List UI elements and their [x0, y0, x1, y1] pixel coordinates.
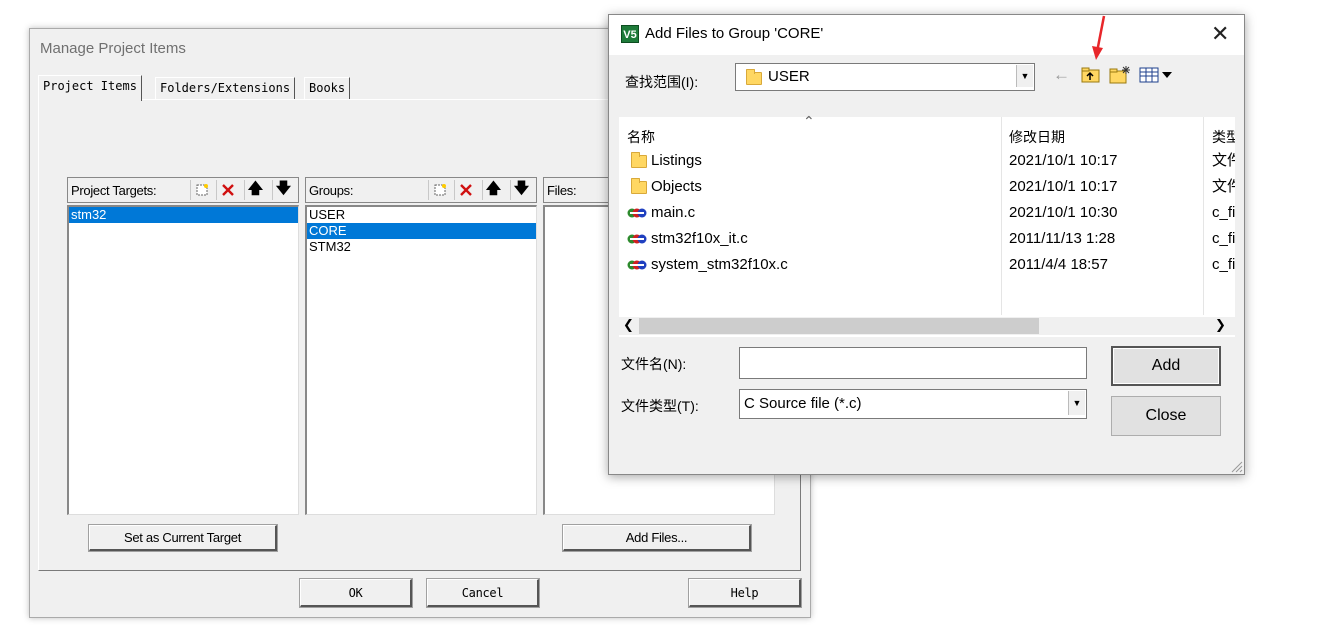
- filetype-value: C Source file (*.c): [744, 395, 862, 412]
- file-type: 文件夹: [1212, 178, 1235, 195]
- resize-grip-icon[interactable]: [1229, 459, 1243, 473]
- chevron-down-icon[interactable]: ▼: [1068, 391, 1085, 415]
- file-row[interactable]: system_stm32f10x.c 2011/4/4 18:57 c_file: [627, 253, 1235, 277]
- file-row[interactable]: main.c 2021/10/1 10:30 c_file: [627, 201, 1235, 225]
- file-date: 2011/4/4 18:57: [1009, 256, 1108, 273]
- new-folder-icon[interactable]: [1109, 65, 1131, 88]
- groups-label: Groups:: [309, 183, 354, 198]
- dialog-title: Add Files to Group 'CORE': [645, 25, 824, 42]
- filename-input[interactable]: [739, 347, 1087, 379]
- up-folder-icon[interactable]: [1081, 66, 1101, 87]
- delete-icon[interactable]: [454, 180, 476, 200]
- groups-list[interactable]: USER CORE STM32: [305, 205, 537, 515]
- list-item[interactable]: CORE: [307, 223, 536, 239]
- view-menu-icon[interactable]: [1139, 67, 1175, 86]
- look-in-value: USER: [768, 68, 810, 85]
- ok-button[interactable]: OK: [299, 578, 413, 608]
- add-files-dialog: V5 Add Files to Group 'CORE' ✕ 查找范围(I): …: [608, 14, 1245, 475]
- project-targets-header: Project Targets: 🡅 🡇: [67, 177, 299, 203]
- close-button[interactable]: Close: [1111, 396, 1221, 436]
- add-button[interactable]: Add: [1111, 346, 1221, 386]
- add-files-button[interactable]: Add Files...: [562, 524, 752, 552]
- new-icon[interactable]: [190, 180, 212, 200]
- look-in-label: 查找范围(I):: [625, 74, 699, 90]
- close-icon[interactable]: ✕: [1211, 23, 1229, 45]
- column-date-header[interactable]: 修改日期: [1009, 127, 1065, 147]
- horizontal-scrollbar[interactable]: ❮ ❯: [619, 317, 1235, 335]
- tab-books[interactable]: Books: [304, 77, 351, 99]
- groups-header: Groups: 🡅 🡇: [305, 177, 537, 203]
- filename-label: 文件名(N):: [621, 356, 687, 372]
- file-name: main.c: [651, 204, 696, 221]
- file-name: system_stm32f10x.c: [651, 256, 788, 273]
- file-date: 2021/10/1 10:30: [1009, 204, 1118, 221]
- cancel-button[interactable]: Cancel: [426, 578, 540, 608]
- filetype-label: 文件类型(T):: [621, 398, 699, 414]
- tab-project-items[interactable]: Project Items: [38, 75, 142, 101]
- file-date: 2021/10/1 10:17: [1009, 178, 1118, 195]
- keil-app-icon: V5: [621, 25, 639, 43]
- c-source-icon: [627, 234, 647, 244]
- window-title: Manage Project Items: [40, 40, 186, 57]
- sort-ascending-icon: ⌃: [803, 113, 815, 129]
- annotation-arrow-icon: [1092, 15, 1106, 60]
- filetype-combo[interactable]: C Source file (*.c) ▼: [739, 389, 1087, 419]
- file-name: stm32f10x_it.c: [651, 230, 748, 247]
- scrollbar-thumb[interactable]: [639, 318, 1039, 334]
- new-icon[interactable]: [428, 180, 450, 200]
- file-date: 2011/11/13 1:28: [1009, 230, 1116, 247]
- chevron-down-icon[interactable]: ▼: [1016, 65, 1033, 87]
- list-item[interactable]: STM32: [307, 239, 536, 255]
- file-list[interactable]: ⌃ 名称 修改日期 类型 Listings 2021/10/1 10:17 文件…: [619, 113, 1235, 337]
- help-button[interactable]: Help: [688, 578, 802, 608]
- list-item[interactable]: stm32: [69, 207, 298, 223]
- folder-icon: [631, 152, 647, 168]
- column-name-header[interactable]: 名称: [627, 127, 655, 147]
- file-type: 文件夹: [1212, 152, 1235, 169]
- files-label: Files:: [547, 183, 577, 198]
- back-icon[interactable]: ←: [1053, 65, 1070, 85]
- file-row[interactable]: Listings 2021/10/1 10:17 文件夹: [627, 149, 1235, 173]
- column-type-header[interactable]: 类型: [1212, 127, 1235, 147]
- file-date: 2021/10/1 10:17: [1009, 152, 1118, 169]
- move-down-icon[interactable]: 🡇: [510, 180, 532, 200]
- list-item[interactable]: USER: [307, 207, 536, 223]
- delete-icon[interactable]: [216, 180, 238, 200]
- file-name: Objects: [651, 178, 702, 195]
- tab-folders-extensions[interactable]: Folders/Extensions: [155, 77, 296, 99]
- file-row[interactable]: stm32f10x_it.c 2011/11/13 1:28 c_file: [627, 227, 1235, 251]
- scroll-right-icon[interactable]: ❯: [1215, 317, 1226, 333]
- project-targets-list[interactable]: stm32: [67, 205, 299, 515]
- folder-icon: [746, 69, 762, 85]
- folder-icon: [631, 178, 647, 194]
- file-type: c_file: [1212, 204, 1235, 221]
- move-down-icon[interactable]: 🡇: [272, 180, 294, 200]
- look-in-combo[interactable]: USER ▼: [735, 63, 1035, 91]
- project-targets-label: Project Targets:: [71, 183, 157, 198]
- c-source-icon: [627, 260, 647, 270]
- file-type: c_file: [1212, 256, 1235, 273]
- move-up-icon[interactable]: 🡅: [244, 180, 266, 200]
- set-as-current-target-button[interactable]: Set as Current Target: [88, 524, 278, 552]
- file-row[interactable]: Objects 2021/10/1 10:17 文件夹: [627, 175, 1235, 199]
- scroll-left-icon[interactable]: ❮: [623, 317, 634, 333]
- move-up-icon[interactable]: 🡅: [482, 180, 504, 200]
- file-type: c_file: [1212, 230, 1235, 247]
- c-source-icon: [627, 208, 647, 218]
- file-name: Listings: [651, 152, 702, 169]
